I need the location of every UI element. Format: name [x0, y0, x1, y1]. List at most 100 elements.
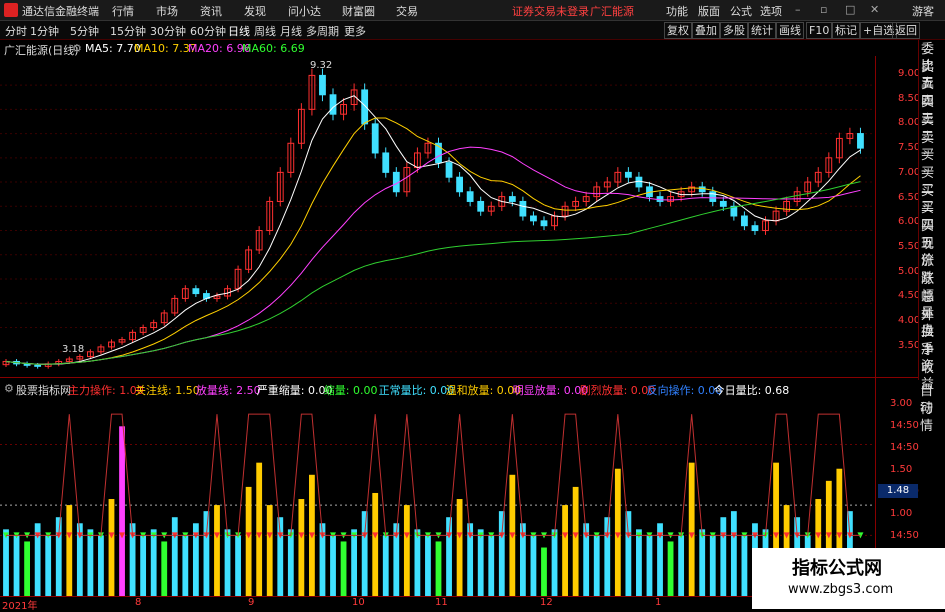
- candle-body: [456, 176, 463, 193]
- indicator-chart[interactable]: [0, 396, 875, 596]
- ma60-label: MA60: 6.69: [242, 42, 305, 55]
- close-icon[interactable]: ✕: [870, 3, 879, 16]
- volume-ratio-bar: [235, 535, 241, 596]
- candle-body: [530, 215, 537, 222]
- volume-ratio-bar: [140, 535, 147, 596]
- draw-button[interactable]: 画线: [776, 22, 804, 39]
- y-tick-9: 4.50: [898, 290, 921, 302]
- menu-trade[interactable]: 交易: [396, 3, 418, 19]
- restore-icon[interactable]: ▫: [820, 3, 827, 16]
- y-tick-1: 8.50: [898, 92, 921, 104]
- app-title: 通达信金融终端: [22, 5, 99, 18]
- period-toolbar: 分时 1分钟 5分钟 15分钟 30分钟 60分钟 日线 周线 月线 多周期 更…: [0, 21, 945, 40]
- volume-ratio-bar: [372, 492, 379, 596]
- period-15min[interactable]: 15分钟: [110, 23, 146, 39]
- main-chart-header: 广汇能源(日线) ⚙ MA5: 7.70 MA10: 7.37 MA20: 6.…: [0, 40, 875, 57]
- menu-layout[interactable]: 版面: [698, 3, 720, 19]
- candle-body: [192, 288, 200, 295]
- back-button[interactable]: 返回: [892, 22, 920, 39]
- volume-ratio-bar: [382, 535, 389, 596]
- menu-assistant[interactable]: 问小达: [288, 3, 321, 19]
- volume-ratio-bar: [488, 535, 495, 596]
- x-tick-6: 1: [655, 597, 662, 608]
- volume-ratio-bar: [3, 529, 9, 596]
- x-tick-2: 9: [248, 597, 255, 608]
- candle-body: [719, 200, 727, 207]
- volume-ratio-bar: [245, 486, 252, 596]
- volume-ratio-bar: [720, 517, 727, 596]
- indicator-header: ⚙ 股票指标网 主力操作: 1.00 关注线: 1.50 放量线: 2.50 严重缩量…: [0, 380, 875, 397]
- menu-wealth[interactable]: 财富圈: [342, 3, 375, 19]
- menu-formula[interactable]: 公式: [730, 3, 752, 19]
- volume-ratio-bar: [87, 529, 94, 596]
- volume-ratio-bar: [330, 535, 336, 596]
- x-axis: 2021年 8 9 10 11 12 1: [0, 596, 875, 612]
- y-tick-6: 6.00: [898, 216, 921, 228]
- period-multi[interactable]: 多周期: [306, 23, 339, 39]
- stats-button[interactable]: 统计: [748, 22, 776, 39]
- mark-button[interactable]: 标记: [832, 22, 860, 39]
- period-weekly[interactable]: 周线: [254, 23, 276, 39]
- menu-market-quotes[interactable]: 行情: [112, 3, 134, 19]
- candle-body: [635, 176, 643, 188]
- volume-ratio-bar: [203, 511, 210, 596]
- volume-ratio-bar: [456, 499, 463, 596]
- period-daily[interactable]: 日线: [228, 23, 250, 39]
- volume-ratio-bar: [541, 547, 547, 596]
- current-value-badge: 1.48: [878, 484, 918, 498]
- high-price-label: 9.32: [310, 60, 332, 71]
- ma5-line: [5, 95, 861, 365]
- y-tick-5: 6.50: [898, 191, 921, 203]
- y-ind-tick-2: 14:50: [890, 442, 919, 453]
- adjust-button[interactable]: 复权: [664, 22, 692, 39]
- candle-body: [319, 74, 326, 96]
- indicator-gear-icon[interactable]: ⚙: [4, 382, 14, 395]
- menu-discover[interactable]: 发现: [244, 3, 266, 19]
- period-1min[interactable]: 1分钟: [30, 23, 59, 39]
- volume-ratio-bar: [699, 529, 706, 596]
- period-timeshare[interactable]: 分时: [5, 23, 27, 39]
- volume-ratio-bar: [298, 499, 305, 596]
- volume-ratio-bar: [446, 517, 452, 596]
- menu-function[interactable]: 功能: [666, 3, 688, 19]
- candle-body: [857, 133, 864, 149]
- candle-body: [751, 225, 759, 232]
- overlay-button[interactable]: 叠加: [692, 22, 720, 39]
- x-tick-5: 12: [540, 597, 553, 608]
- menu-options[interactable]: 选项: [760, 3, 782, 19]
- volume-ratio-bar: [13, 535, 20, 596]
- ma5-label: MA5: 7.70: [85, 42, 141, 55]
- f10-button[interactable]: F10: [806, 22, 833, 39]
- panel-divider: [0, 377, 918, 378]
- volume-ratio-bar: [256, 462, 263, 596]
- settings-gear-icon[interactable]: ⚙: [72, 42, 82, 55]
- candle-body: [34, 364, 42, 367]
- y-tick-3: 7.50: [898, 142, 921, 154]
- quote-side-panel: 委比 卖五 卖四 卖三 卖二 卖一 买一 买二 买三 买四 买五 现价 涨跌 涨幅 总量 外盘 换手 净资 收益: [918, 40, 945, 392]
- volume-ratio-bar: [108, 499, 115, 596]
- volume-ratio-bar: [741, 535, 748, 596]
- period-more[interactable]: 更多: [344, 23, 366, 39]
- menu-market[interactable]: 市场: [156, 3, 178, 19]
- side-label2-1[interactable]: 行情: [920, 402, 945, 435]
- candle-body: [741, 215, 748, 227]
- multi-stock-button[interactable]: 多股: [720, 22, 748, 39]
- period-monthly[interactable]: 月线: [280, 23, 302, 39]
- login-notice[interactable]: 证券交易未登录: [512, 3, 589, 19]
- maximize-icon[interactable]: □: [845, 3, 855, 16]
- candlestick-chart[interactable]: 9.32 3.18: [0, 56, 875, 376]
- volume-ratio-bar: [55, 517, 62, 596]
- volume-ratio-bar: [678, 535, 685, 596]
- volume-ratio-bar: [266, 505, 273, 596]
- minimize-icon[interactable]: –: [795, 3, 801, 16]
- period-30min[interactable]: 30分钟: [150, 23, 186, 39]
- guest-label[interactable]: 游客: [912, 3, 934, 19]
- x-tick-1: 8: [135, 597, 142, 608]
- menu-news[interactable]: 资讯: [200, 3, 222, 19]
- period-60min[interactable]: 60分钟: [190, 23, 226, 39]
- period-5min[interactable]: 5分钟: [70, 23, 99, 39]
- y-tick-2: 8.00: [898, 117, 921, 129]
- volume-ratio-bar: [119, 426, 125, 596]
- watermark: 指标公式网 www.zbgs3.com: [752, 548, 945, 609]
- watermark-url: www.zbgs3.com: [788, 582, 894, 597]
